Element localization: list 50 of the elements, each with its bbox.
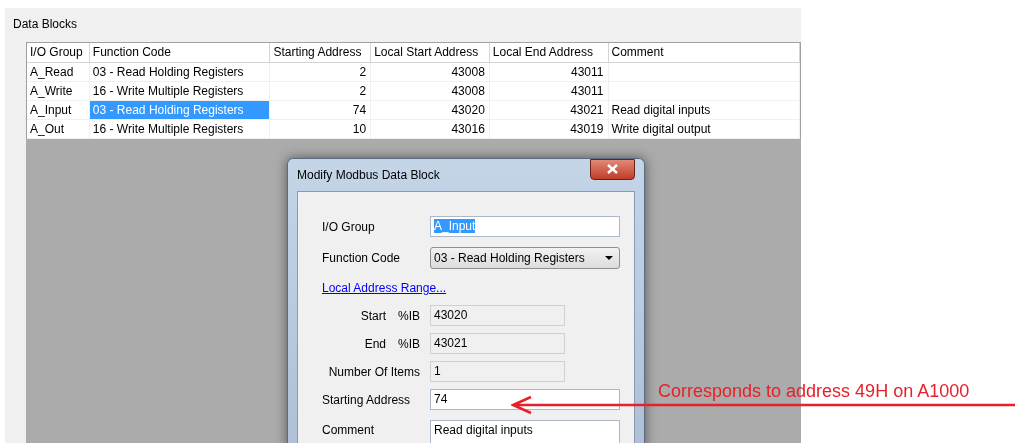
table-cell: Read digital inputs bbox=[608, 101, 800, 119]
annotation-text: Corresponds to address 49H on A1000 bbox=[658, 381, 970, 402]
table-cell: 03 - Read Holding Registers bbox=[89, 63, 271, 81]
close-icon bbox=[607, 164, 618, 174]
table-cell: 43011 bbox=[489, 82, 609, 100]
caret-icon bbox=[605, 256, 613, 260]
readonly-field: 43020 bbox=[430, 305, 565, 326]
table-cell: 43019 bbox=[489, 120, 609, 138]
function-code-dropdown[interactable]: 03 - Read Holding Registers bbox=[430, 247, 620, 269]
field-label: Function Code bbox=[322, 251, 402, 265]
table-cell: A_Write bbox=[27, 82, 90, 100]
close-button[interactable] bbox=[590, 159, 635, 180]
field-prefix: %IB bbox=[398, 308, 420, 323]
field-label: Starting Address bbox=[322, 392, 412, 407]
input-field[interactable]: 74 bbox=[430, 389, 620, 410]
column-header[interactable]: Function Code bbox=[89, 43, 271, 62]
table-cell: 2 bbox=[270, 82, 372, 100]
column-header[interactable]: I/O Group bbox=[27, 43, 90, 62]
readonly-field: 1 bbox=[430, 361, 565, 382]
table-cell: A_Read bbox=[27, 63, 90, 81]
column-header[interactable]: Starting Address bbox=[270, 43, 372, 62]
address-range-link[interactable]: Local Address Range... bbox=[322, 281, 447, 295]
table-cell: 43008 bbox=[371, 63, 490, 81]
dialog-title: Modify Modbus Data Block bbox=[297, 168, 440, 182]
column-header[interactable]: Local Start Address bbox=[371, 43, 490, 62]
table-cell: 16 - Write Multiple Registers bbox=[89, 82, 271, 100]
table-cell: 43011 bbox=[489, 63, 609, 81]
table-cell: 43016 bbox=[371, 120, 490, 138]
panel-title: Data Blocks bbox=[12, 16, 78, 33]
field-label: Number Of Items bbox=[328, 364, 420, 379]
table-cell: Write digital output bbox=[608, 120, 800, 138]
table-cell: A_Input bbox=[27, 101, 90, 119]
field-label: I/O Group bbox=[322, 219, 376, 234]
table-cell: 43020 bbox=[371, 101, 490, 119]
column-header[interactable]: Comment bbox=[608, 43, 800, 62]
field-label: End bbox=[364, 336, 386, 351]
field-label: Start bbox=[360, 308, 386, 323]
table-cell: 03 - Read Holding Registers bbox=[89, 101, 271, 119]
table-cell: 43008 bbox=[371, 82, 490, 100]
field-prefix: %IB bbox=[398, 336, 420, 351]
table-cell: 10 bbox=[270, 120, 372, 138]
table-cell: 2 bbox=[270, 63, 372, 81]
table-cell: 74 bbox=[270, 101, 372, 119]
column-header[interactable]: Local End Address bbox=[489, 43, 609, 62]
table-cell: 16 - Write Multiple Registers bbox=[89, 120, 271, 138]
table-cell: A_Out bbox=[27, 120, 90, 138]
readonly-field: 43021 bbox=[430, 333, 565, 354]
table-cell: 43021 bbox=[489, 101, 609, 119]
field-label: Comment bbox=[322, 422, 375, 437]
input-field[interactable]: Read digital inputs bbox=[430, 420, 620, 443]
